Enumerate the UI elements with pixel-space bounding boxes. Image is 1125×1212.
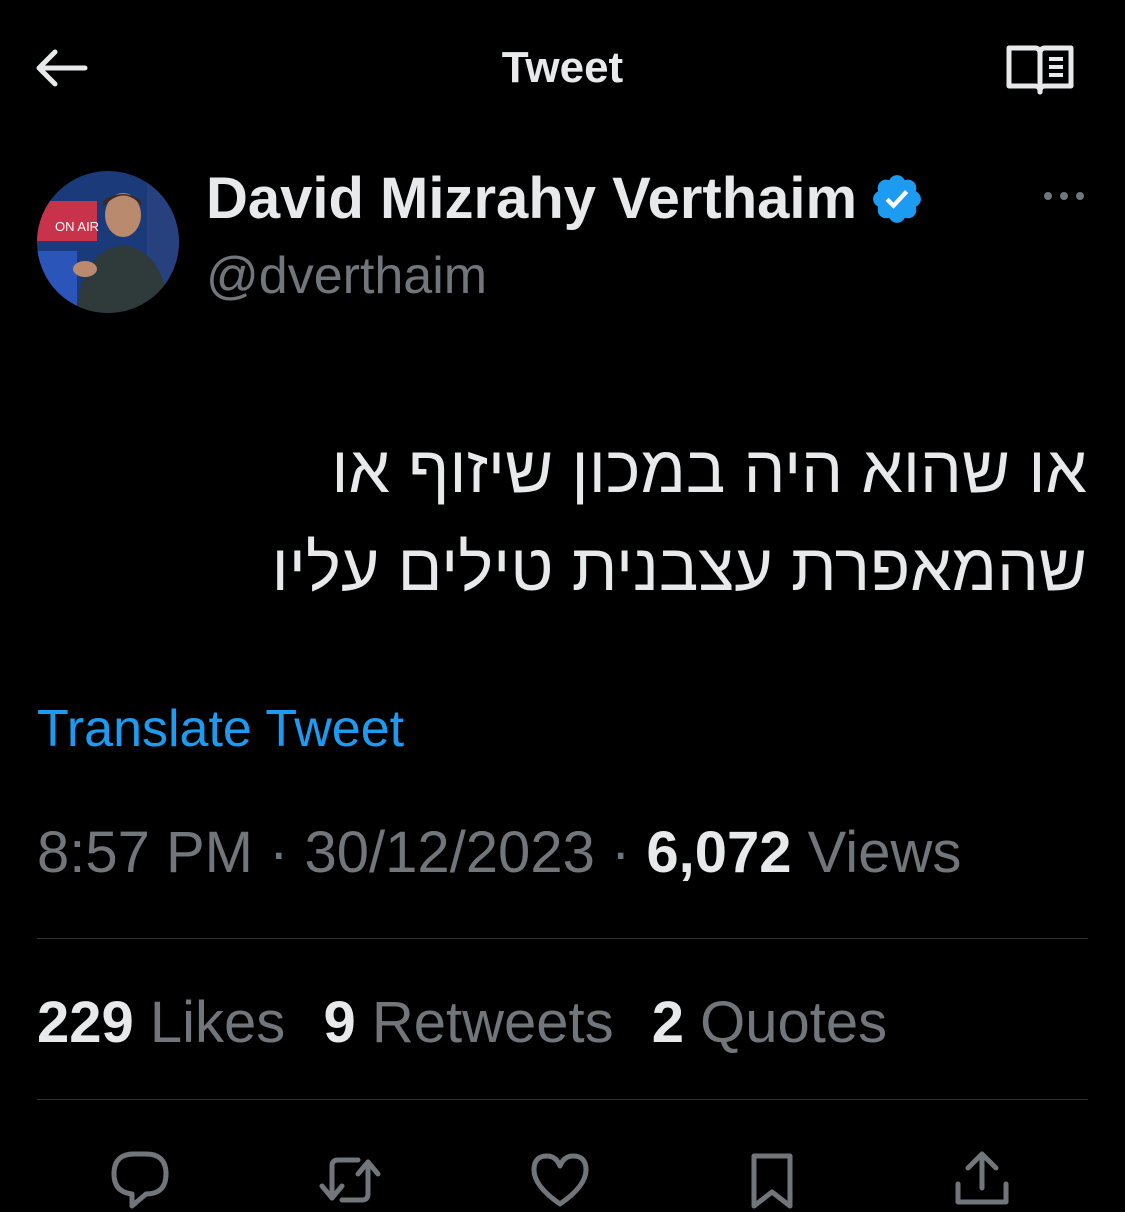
share-button[interactable] bbox=[950, 1148, 1014, 1212]
retweets-label: Retweets bbox=[371, 990, 614, 1055]
reply-icon bbox=[111, 1151, 169, 1209]
likes-stat[interactable]: 229 Likes bbox=[37, 990, 285, 1055]
quotes-stat[interactable]: 2 Quotes bbox=[652, 990, 887, 1055]
views-count: 6,072 bbox=[646, 820, 792, 885]
avatar-overlay-text: ON AIR bbox=[55, 219, 99, 234]
author-handle[interactable]: @dverthaim bbox=[206, 245, 487, 307]
tweet-time: 8:57 PM bbox=[37, 820, 253, 885]
author-name-row[interactable]: David Mizrahy Verthaim bbox=[206, 166, 925, 232]
avatar[interactable]: ON AIR bbox=[37, 171, 179, 313]
divider bbox=[37, 1099, 1088, 1100]
retweets-stat[interactable]: 9 Retweets bbox=[323, 990, 613, 1055]
bookmark-button[interactable] bbox=[740, 1148, 804, 1212]
views-label: Views bbox=[807, 820, 962, 885]
likes-label: Likes bbox=[149, 990, 286, 1055]
share-icon bbox=[955, 1151, 1009, 1205]
quotes-count: 2 bbox=[651, 990, 684, 1055]
quotes-label: Quotes bbox=[700, 990, 888, 1055]
reader-mode-button[interactable] bbox=[1000, 38, 1080, 100]
author-name[interactable]: David Mizrahy Verthaim bbox=[206, 166, 857, 232]
reader-mode-icon bbox=[1006, 45, 1074, 95]
retweet-button[interactable] bbox=[318, 1148, 382, 1212]
engagement-stats: 229 Likes 9 Retweets 2 Quotes bbox=[37, 988, 909, 1058]
meta-separator: · bbox=[253, 820, 305, 885]
tweet-actions-bar bbox=[0, 1140, 1125, 1209]
verified-badge-icon bbox=[873, 175, 922, 223]
like-button[interactable] bbox=[528, 1148, 592, 1212]
tweet-meta: 8:57 PM · 30/12/2023 · 6,072 Views bbox=[37, 818, 961, 888]
meta-separator: · bbox=[594, 820, 647, 885]
like-icon bbox=[531, 1153, 589, 1207]
more-options-button[interactable] bbox=[1036, 176, 1092, 216]
translate-tweet-link[interactable]: Translate Tweet bbox=[37, 696, 404, 762]
bookmark-icon bbox=[751, 1153, 793, 1209]
top-bar: Tweet bbox=[0, 0, 1125, 136]
divider bbox=[37, 938, 1088, 939]
reply-button[interactable] bbox=[108, 1148, 172, 1212]
retweet-icon bbox=[319, 1157, 381, 1203]
tweet-date: 30/12/2023 bbox=[304, 820, 595, 885]
tweet-line: או שהוא היה במכון שיזוף או bbox=[331, 432, 1087, 506]
profile-photo: ON AIR bbox=[37, 171, 179, 313]
page-title: Tweet bbox=[501, 43, 624, 92]
more-horizontal-icon bbox=[1044, 192, 1084, 200]
likes-count: 229 bbox=[37, 990, 134, 1055]
retweets-count: 9 bbox=[323, 990, 356, 1055]
tweet-line: שהמאפרת עצבנית טילים עליו bbox=[271, 530, 1087, 604]
tweet-text: או שהוא היה במכון שיזוף או שהמאפרת עצבני… bbox=[120, 420, 1087, 616]
